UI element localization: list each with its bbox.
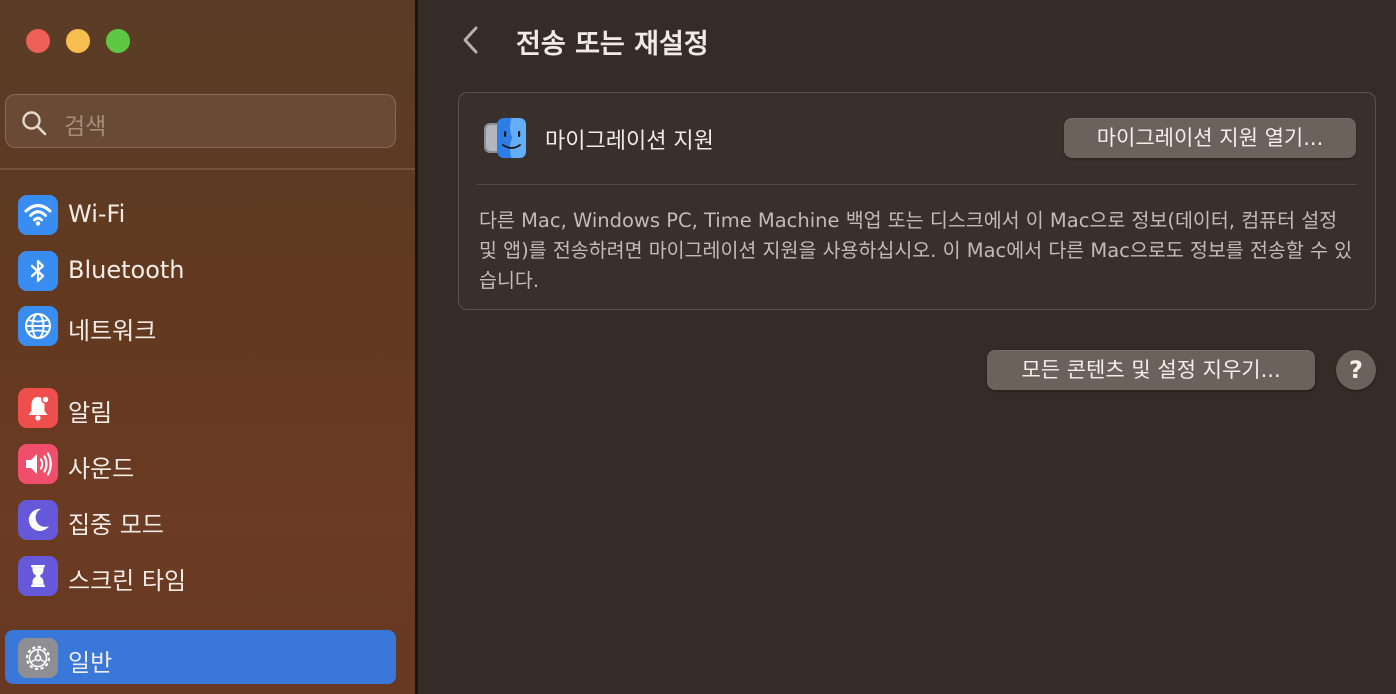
finder-icon — [484, 118, 526, 158]
sidebar-item-label: 일반 — [68, 649, 113, 677]
sidebar-item-bluetooth[interactable]: Bluetooth — [5, 243, 396, 297]
hourglass-icon — [18, 556, 58, 596]
speaker-icon — [18, 444, 58, 484]
sidebar: 검색 Wi-Fi Bluetooth 네트워크 알림 사운드 집중 모드 스크린… — [0, 0, 415, 694]
sidebar-item-screen-time[interactable]: 스크린 타임 — [5, 548, 396, 602]
migration-card: 마이그레이션 지원 마이그레이션 지원 열기... 다른 Mac, Window… — [458, 92, 1376, 310]
sidebar-item-wifi[interactable]: Wi-Fi — [5, 187, 396, 241]
card-divider — [477, 184, 1357, 185]
sidebar-item-sound[interactable]: 사운드 — [5, 436, 396, 490]
help-button[interactable]: ? — [1336, 350, 1376, 390]
moon-icon — [18, 500, 58, 540]
sidebar-item-focus[interactable]: 집중 모드 — [5, 492, 396, 546]
migration-assistant-label: 마이그레이션 지원 — [545, 129, 714, 154]
network-globe-icon — [18, 306, 58, 346]
bell-icon — [18, 388, 58, 428]
sidebar-divider — [0, 168, 415, 170]
search-placeholder: 검색 — [64, 114, 107, 140]
sidebar-item-label: Bluetooth — [68, 256, 185, 284]
sidebar-item-general[interactable]: 일반 — [5, 630, 396, 684]
open-migration-assistant-button[interactable]: 마이그레이션 지원 열기... — [1064, 118, 1356, 158]
sidebar-item-notifications[interactable]: 알림 — [5, 380, 396, 434]
sidebar-item-label: 사운드 — [68, 455, 135, 483]
sidebar-item-label: 네트워크 — [68, 317, 157, 345]
search-icon — [22, 111, 47, 136]
minimize-window-button[interactable] — [66, 29, 90, 53]
sidebar-item-label: 집중 모드 — [68, 511, 164, 539]
main-content: 전송 또는 재설정 마이그레이션 지원 마이그레이션 지원 열기... 다른 M… — [418, 0, 1396, 694]
sidebar-item-network[interactable]: 네트워크 — [5, 298, 396, 352]
sidebar-item-label: 알림 — [68, 399, 113, 427]
gear-icon — [18, 638, 58, 678]
search-field[interactable]: 검색 — [5, 94, 396, 148]
migration-description: 다른 Mac, Windows PC, Time Machine 백업 또는 디… — [479, 209, 1353, 292]
back-chevron-icon[interactable] — [458, 22, 484, 58]
sidebar-item-label: 스크린 타임 — [68, 567, 187, 595]
bluetooth-icon — [18, 251, 58, 291]
erase-all-content-button[interactable]: 모든 콘텐츠 및 설정 지우기... — [987, 350, 1315, 390]
close-window-button[interactable] — [26, 29, 50, 53]
wifi-icon — [18, 195, 58, 235]
zoom-window-button[interactable] — [106, 29, 130, 53]
sidebar-item-label: Wi-Fi — [68, 200, 126, 228]
page-title: 전송 또는 재설정 — [516, 29, 709, 60]
